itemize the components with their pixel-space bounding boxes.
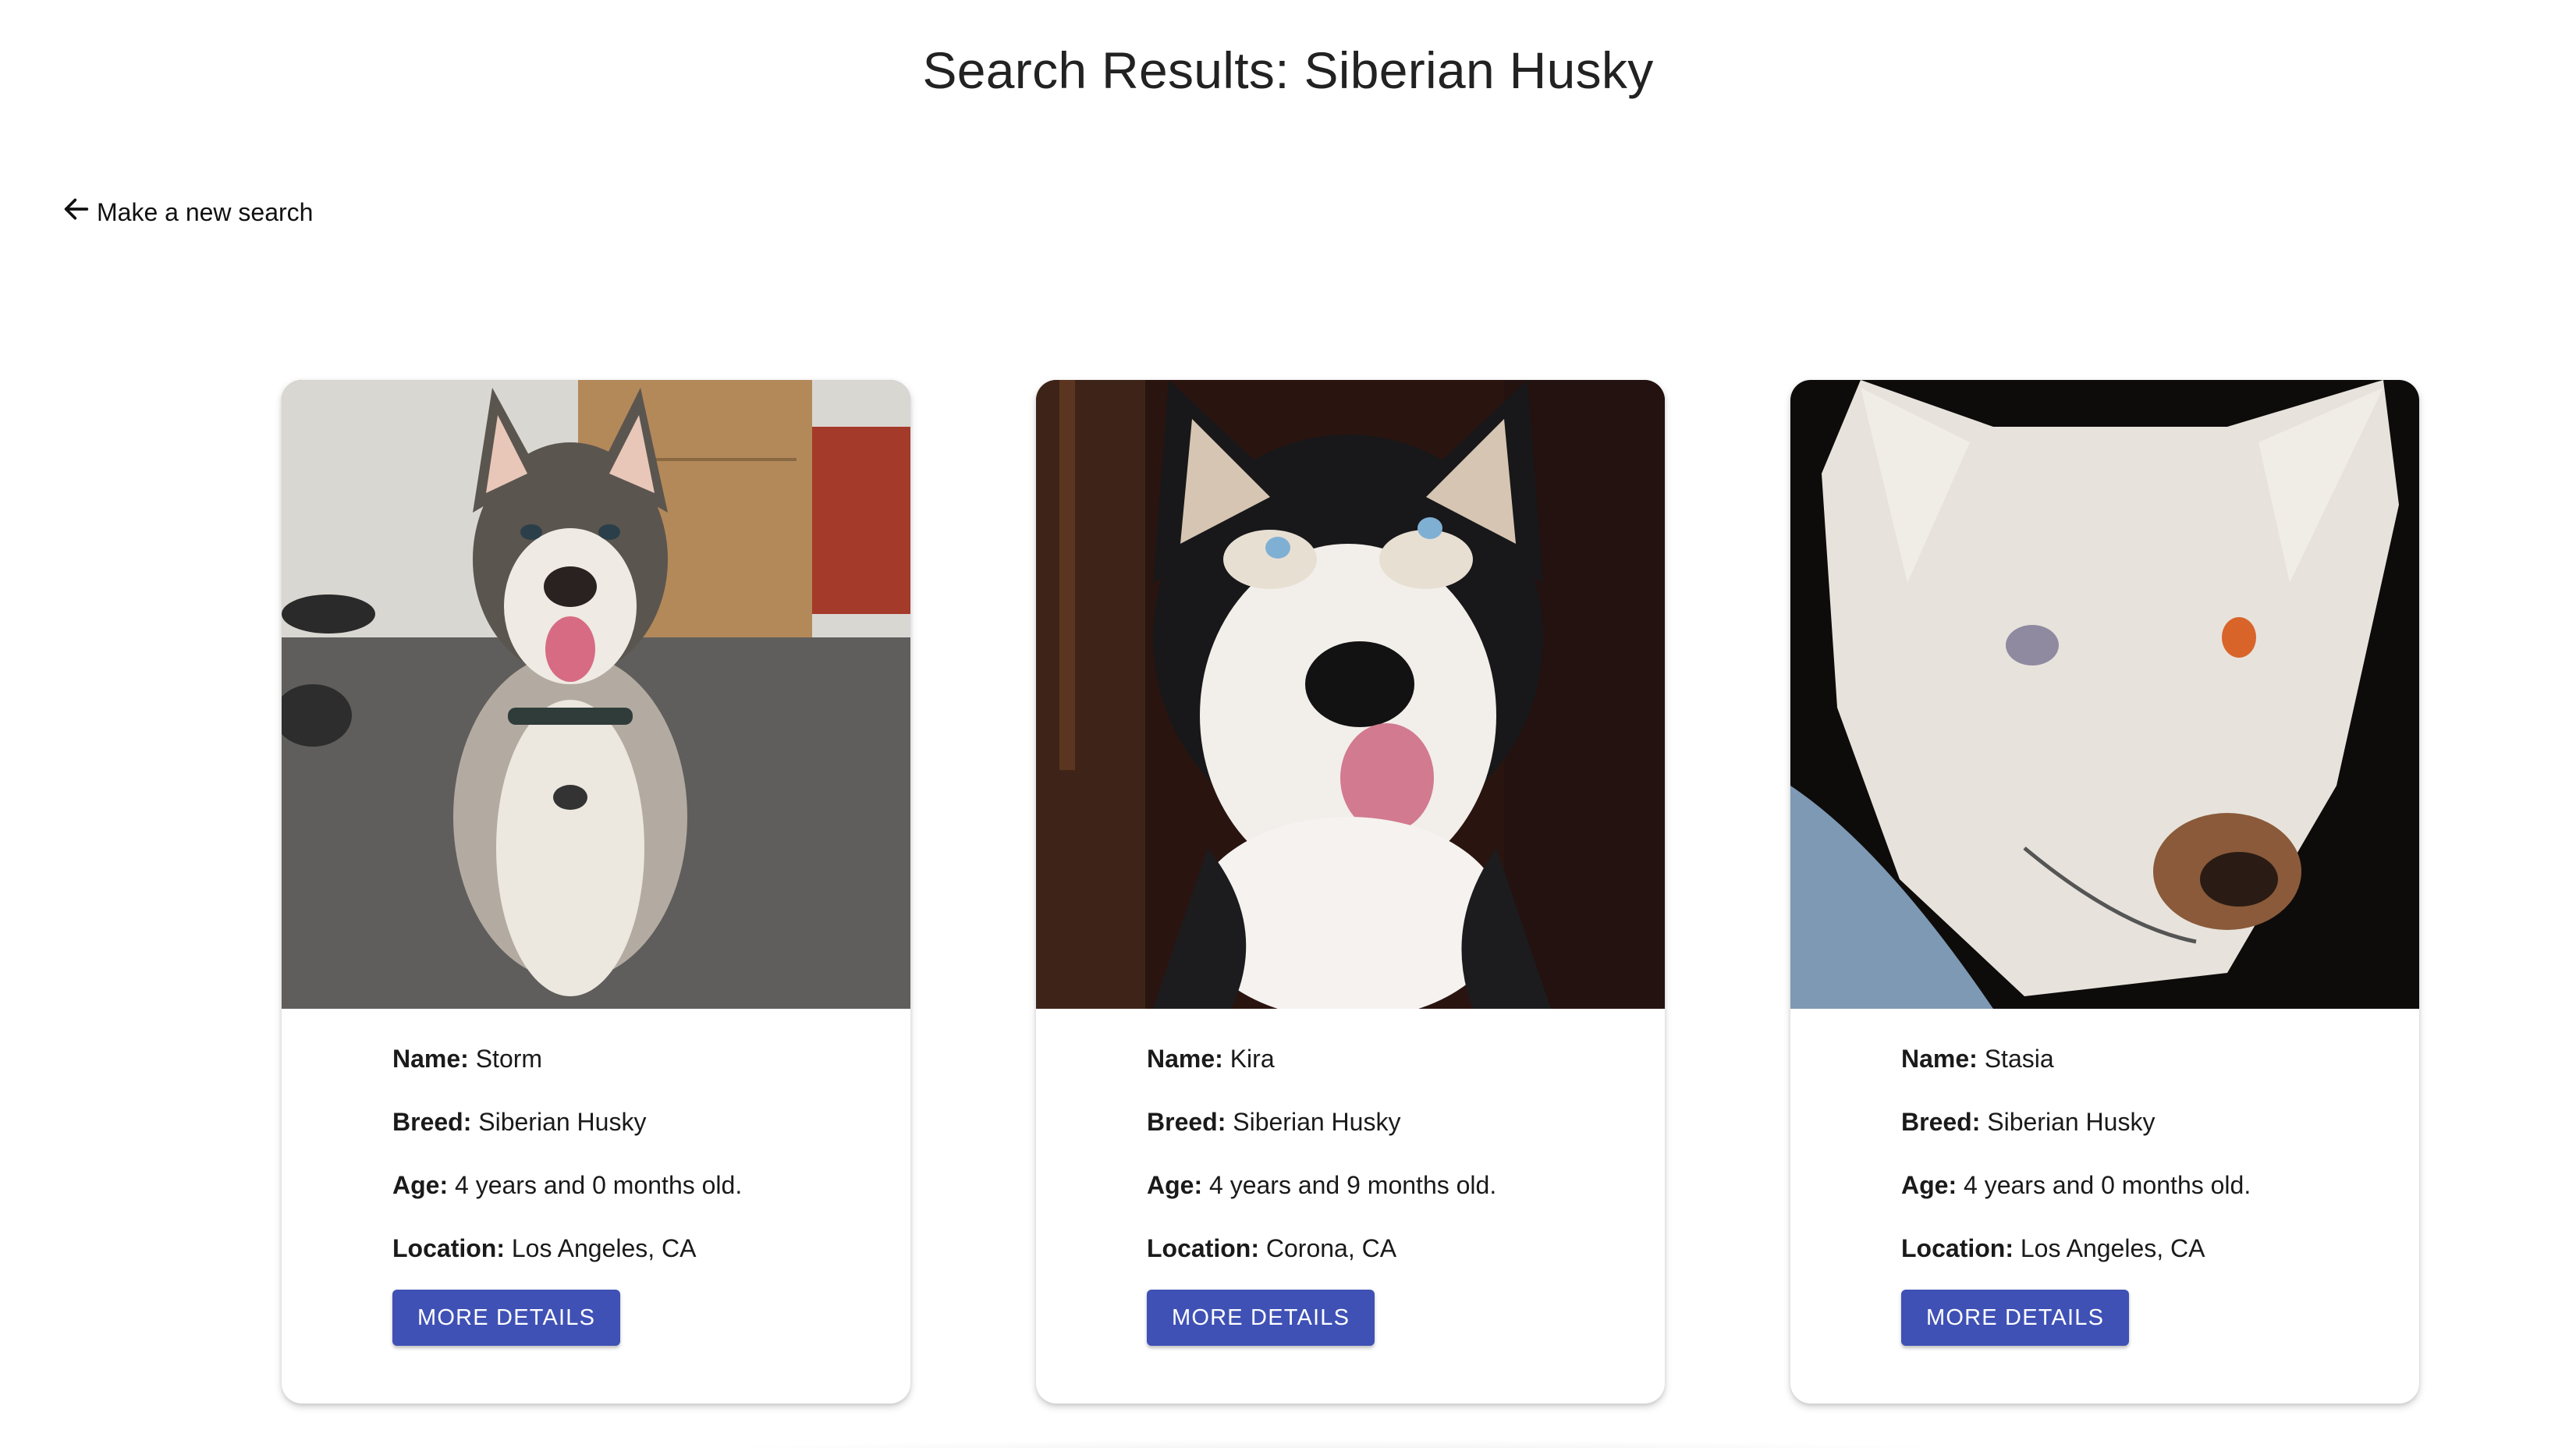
location-value: Corona, CA — [1265, 1234, 1397, 1262]
location-row: Location: Corona, CA — [1147, 1236, 1665, 1262]
breed-value: Siberian Husky — [478, 1108, 647, 1136]
more-details-button[interactable]: MORE DETAILS — [1147, 1290, 1375, 1346]
name-value: Stasia — [1984, 1045, 2054, 1073]
breed-label: Breed: — [1147, 1108, 1226, 1136]
page: Search Results: Siberian Husky Make a ne… — [0, 0, 2576, 1448]
name-value: Kira — [1229, 1045, 1275, 1073]
location-row: Location: Los Angeles, CA — [392, 1236, 910, 1262]
age-label: Age: — [392, 1171, 449, 1199]
breed-value: Siberian Husky — [1987, 1108, 2156, 1136]
result-card: Name: Kira Breed: Siberian Husky Age: 4 … — [1036, 380, 1665, 1404]
new-search-label: Make a new search — [97, 197, 314, 226]
more-details-button[interactable]: MORE DETAILS — [1901, 1290, 2130, 1346]
dog-photo[interactable] — [282, 380, 910, 1009]
age-row: Age: 4 years and 9 months old. — [1147, 1173, 1665, 1198]
breed-row: Breed: Siberian Husky — [1147, 1109, 1665, 1135]
result-card: Name: Storm Breed: Siberian Husky Age: 4… — [282, 380, 910, 1404]
name-row: Name: Stasia — [1901, 1046, 2419, 1072]
name-label: Name: — [392, 1045, 469, 1073]
bottom-shadow — [671, 1439, 1997, 1448]
name-label: Name: — [1901, 1045, 1978, 1073]
age-label: Age: — [1901, 1171, 1957, 1199]
arrow-left-icon — [61, 193, 92, 231]
breed-value: Siberian Husky — [1233, 1108, 1401, 1136]
age-row: Age: 4 years and 0 months old. — [392, 1173, 910, 1198]
dog-info: Name: Stasia Breed: Siberian Husky Age: … — [1790, 1009, 2419, 1346]
age-value: 4 years and 0 months old. — [455, 1171, 743, 1199]
more-details-button[interactable]: MORE DETAILS — [392, 1290, 621, 1346]
age-value: 4 years and 9 months old. — [1209, 1171, 1497, 1199]
location-label: Location: — [1147, 1234, 1259, 1262]
age-value: 4 years and 0 months old. — [1964, 1171, 2251, 1199]
new-search-link[interactable]: Make a new search — [61, 193, 313, 231]
results-list: Name: Storm Breed: Siberian Husky Age: 4… — [282, 380, 2419, 1404]
breed-label: Breed: — [1901, 1108, 1981, 1136]
location-label: Location: — [392, 1234, 505, 1262]
name-row: Name: Storm — [392, 1046, 910, 1072]
location-row: Location: Los Angeles, CA — [1901, 1236, 2419, 1262]
dog-photo[interactable] — [1790, 380, 2419, 1009]
result-card: Name: Stasia Breed: Siberian Husky Age: … — [1790, 380, 2419, 1404]
name-label: Name: — [1147, 1045, 1223, 1073]
breed-label: Breed: — [392, 1108, 472, 1136]
breed-row: Breed: Siberian Husky — [1901, 1109, 2419, 1135]
dog-photo[interactable] — [1036, 380, 1665, 1009]
age-row: Age: 4 years and 0 months old. — [1901, 1173, 2419, 1198]
breed-row: Breed: Siberian Husky — [392, 1109, 910, 1135]
location-value: Los Angeles, CA — [511, 1234, 697, 1262]
age-label: Age: — [1147, 1171, 1203, 1199]
name-row: Name: Kira — [1147, 1046, 1665, 1072]
dog-info: Name: Kira Breed: Siberian Husky Age: 4 … — [1036, 1009, 1665, 1346]
name-value: Storm — [475, 1045, 543, 1073]
dog-info: Name: Storm Breed: Siberian Husky Age: 4… — [282, 1009, 910, 1346]
location-label: Location: — [1901, 1234, 2014, 1262]
location-value: Los Angeles, CA — [2020, 1234, 2205, 1262]
page-title: Search Results: Siberian Husky — [922, 41, 1654, 99]
